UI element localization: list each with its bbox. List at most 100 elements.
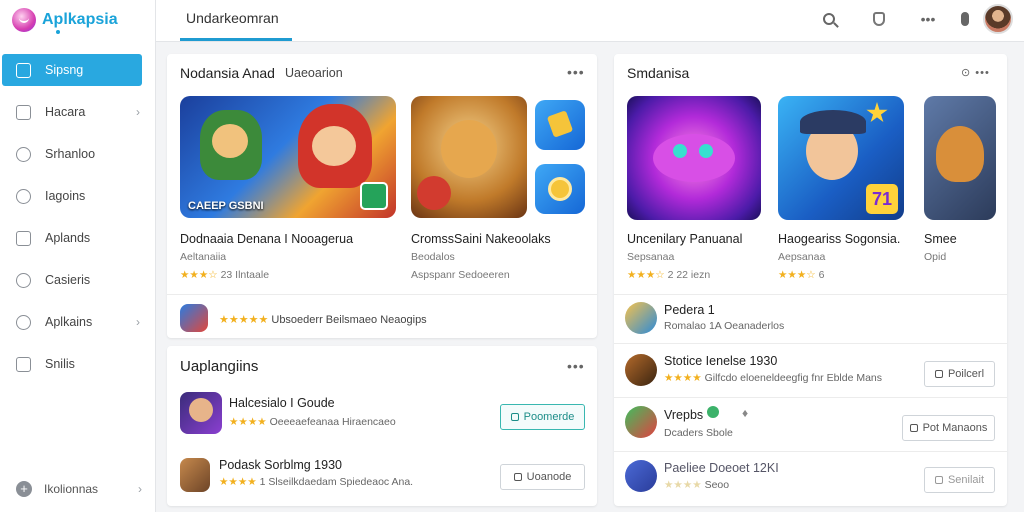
sidebar-item-iagoins[interactable]: Iagoins [2, 180, 142, 212]
card-title: Smdanisa [627, 65, 690, 81]
play-badge-icon [360, 182, 388, 210]
grid-icon [16, 230, 31, 246]
app-category: Aepsanaa [778, 251, 826, 263]
sidebar-item-sipsng[interactable]: Sipsng [2, 54, 142, 86]
app-icon-small[interactable] [535, 164, 585, 214]
star-rating-icon: ★★★☆ [627, 269, 665, 281]
sidebar-item-aplkains[interactable]: Aplkains › [2, 306, 142, 338]
app-name[interactable]: Smee [924, 232, 957, 246]
app-icon[interactable] [180, 392, 222, 434]
clock-icon [16, 272, 31, 288]
more-icon[interactable]: ••• [567, 64, 585, 80]
card-subtitle: Uaeoarion [285, 66, 343, 80]
more-icon: ••• [920, 11, 936, 27]
app-icon[interactable] [180, 304, 208, 332]
app-rating: ★★★☆ 6 [778, 269, 824, 281]
avatar[interactable] [983, 4, 1013, 34]
shield-button[interactable] [869, 9, 889, 29]
action-icon [909, 424, 918, 432]
thumb-icon [546, 110, 574, 138]
character-face [189, 398, 213, 422]
home-icon [16, 62, 31, 78]
list-item-icon[interactable] [625, 460, 657, 492]
more-icon[interactable]: ••• [567, 358, 585, 374]
tab-main[interactable]: Undarkeomran [186, 10, 279, 26]
game-tile-fox[interactable] [924, 96, 996, 220]
game-tile-lion[interactable] [411, 96, 527, 218]
brand-logo-icon [12, 8, 36, 32]
list-item-title[interactable]: Vrepbs [664, 408, 703, 422]
app-name[interactable]: Dodnaaia Denana I Nooagerua [180, 232, 353, 246]
more-button[interactable]: ••• [918, 9, 938, 29]
update-subtitle: ★★★★ Oeeeaefeanaa Hiraencaeo [229, 416, 396, 428]
character-face [441, 120, 497, 178]
game-banner-tile[interactable]: CAEEP GSBNI [180, 96, 396, 218]
app-rating: Aspspanr Sedoeeren [411, 269, 510, 281]
character-face [936, 126, 984, 182]
secondary-action-button[interactable]: Uoanode [500, 464, 585, 490]
button-label: Pot Manaons [922, 422, 988, 434]
sidebar-item-srhanloo[interactable]: Srhanloo [2, 138, 142, 170]
mic-button[interactable] [955, 9, 975, 29]
brand-dot [56, 30, 60, 34]
list-item-title[interactable]: Paeliee Doeoet 12KI [664, 461, 779, 475]
update-title[interactable]: Halcesialo I Goude [229, 396, 335, 410]
list-item-icon[interactable] [625, 406, 657, 438]
app-category: Aeltanaiia [180, 251, 227, 263]
brand[interactable]: Aplkapsia [12, 6, 118, 34]
list-item-icon[interactable] [625, 354, 657, 386]
app-icon-small[interactable] [535, 100, 585, 150]
sidebar-item-casieris[interactable]: Casieris [2, 264, 142, 296]
app-rating: ★★★☆ 23 Ilntaale [180, 269, 269, 281]
divider [614, 343, 1007, 344]
primary-action-button[interactable]: Poomerde [500, 404, 585, 430]
app-name[interactable]: Haogeariss Sogonsia. [778, 232, 900, 246]
sidebar-item-label: Snilis [45, 357, 75, 371]
featured-card: Nodansia Anad Uaeoarion ••• CAEEP GSBNI … [167, 54, 597, 338]
app-window: Aplkapsia Sipsng Hacara › Srhanloo Iagoi… [0, 0, 1024, 512]
rating-text: 23 Ilntaale [220, 269, 270, 281]
sidebar-item-label: Srhanloo [45, 147, 96, 161]
sidebar-item-label: Casieris [45, 273, 91, 287]
game-tile-elf[interactable]: 71 [778, 96, 904, 220]
list-item-subtitle: ★★★★ Gilfcdo eloeneldeegfig fnr Eblde Ma… [664, 372, 882, 384]
level-badge: 71 [866, 184, 898, 214]
update-title[interactable]: Podask Sorblmg 1930 [219, 458, 342, 472]
game-tile-fish[interactable] [627, 96, 761, 220]
list-item-icon[interactable] [625, 302, 657, 334]
more-icon[interactable]: ⊙ ••• [961, 66, 990, 79]
app-name[interactable]: CromssSaini Nakeoolaks [411, 232, 551, 246]
updates-card: Uaplangiins ••• Halcesialo I Goude ★★★★ … [167, 346, 597, 506]
app-name[interactable]: Uncenilary Panuanal [627, 232, 742, 246]
star-icon [866, 102, 888, 123]
divider [614, 294, 1007, 295]
action-icon [934, 370, 943, 378]
list-item-button[interactable]: Senilait [924, 467, 995, 493]
compass-icon [16, 146, 31, 162]
search-button[interactable] [819, 9, 839, 29]
action-icon [934, 476, 943, 484]
list-item-desc: Gilfcdo eloeneldeegfig fnr Eblde Mans [704, 372, 883, 384]
chevron-right-icon: › [136, 105, 140, 119]
sidebar-item-ikolionnas[interactable]: + Ikolionnas › [2, 474, 142, 504]
list-item-button[interactable]: Poilcerl [924, 361, 995, 387]
list-item-button[interactable]: Pot Manaons [902, 415, 995, 441]
button-label: Poilcerl [947, 368, 985, 380]
app-icon[interactable] [180, 458, 210, 492]
wrench-icon [16, 314, 31, 330]
sidebar-item-snilis[interactable]: Snilis [2, 348, 142, 380]
list-item-title[interactable]: Pedera 1 [664, 303, 715, 317]
sidebar-item-aplands[interactable]: Aplands [2, 222, 142, 254]
list-item-desc: Seoo [704, 479, 730, 491]
list-item-title[interactable]: Stotice Ienelse 1930 [664, 354, 777, 368]
chevron-right-icon: › [138, 482, 142, 496]
card-title: Uaplangiins [180, 358, 259, 375]
sidebar-item-hacara[interactable]: Hacara › [2, 96, 142, 128]
star-rating-icon: ★★★★★ [219, 314, 269, 326]
tab-active-indicator [180, 38, 292, 41]
top-bar: Undarkeomran ••• [156, 0, 1024, 42]
update-subtitle: ★★★★ 1 Slseilkdaedam Spiedeaoc Ana. [219, 476, 413, 488]
sidebar-item-label: Aplkains [45, 315, 93, 329]
sidebar-item-label: Sipsng [45, 63, 84, 77]
app-category: Opid [924, 251, 947, 263]
